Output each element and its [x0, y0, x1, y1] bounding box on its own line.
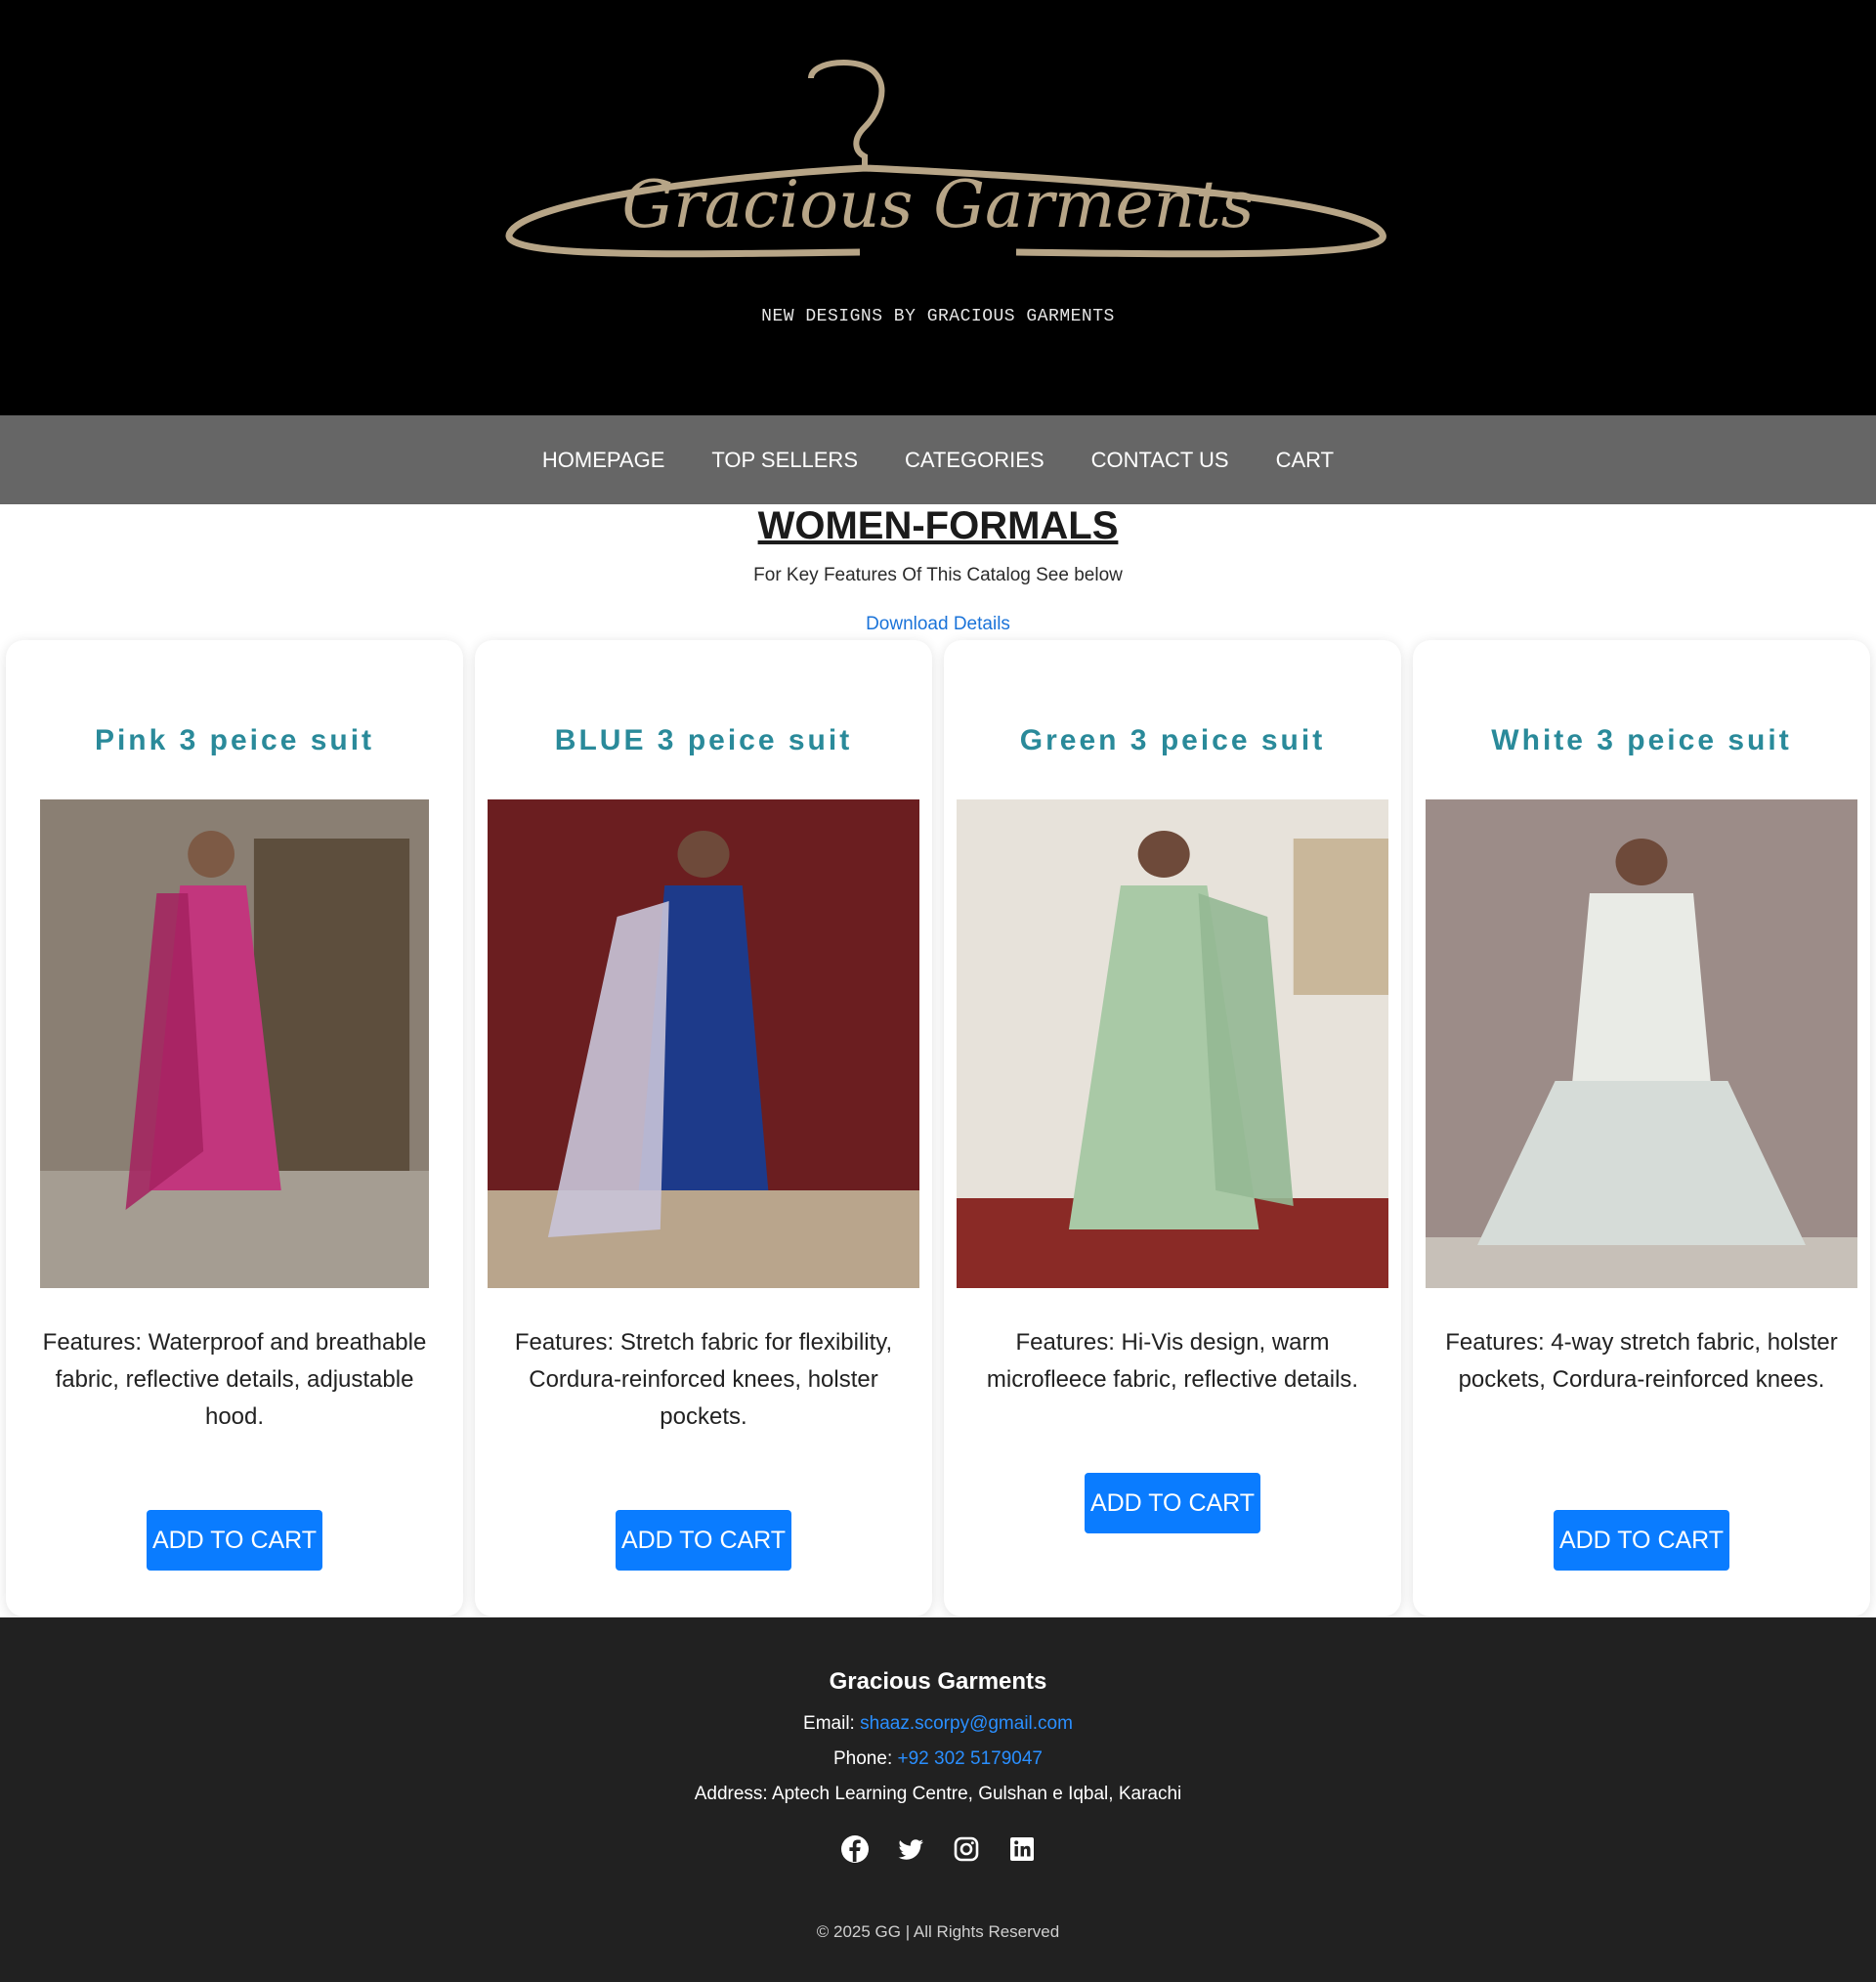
add-to-cart-button[interactable]: ADD TO CART [1554, 1510, 1729, 1571]
nav-contact-us[interactable]: CONTACT US [1091, 448, 1229, 473]
product-title: White 3 peice suit [1491, 724, 1792, 756]
copyright: © 2025 GG | All Rights Reserved [816, 1922, 1060, 1941]
product-features: Features: 4-way stretch fabric, holster … [1445, 1329, 1838, 1393]
product-image [1426, 799, 1857, 1288]
instagram-icon[interactable] [952, 1834, 981, 1864]
footer-phone-row: Phone: +92 302 5179047 [0, 1748, 1876, 1770]
footer-email-row: Email: shaaz.scorpy@gmail.com [0, 1713, 1876, 1735]
hanger-logo: Gracious Garments [505, 60, 1386, 258]
footer-brand: Gracious Garments [829, 1668, 1047, 1695]
nav-cart[interactable]: CART [1276, 448, 1335, 473]
email-link[interactable]: shaaz.scorpy@gmail.com [860, 1713, 1073, 1734]
catalog-subtitle: For Key Features Of This Catalog See bel… [753, 565, 1123, 585]
site-footer: Gracious Garments Email: shaaz.scorpy@gm… [0, 1617, 1876, 1982]
footer-address: Address: Aptech Learning Centre, Gulshan… [694, 1784, 1182, 1804]
product-card: BLUE 3 peice suit Features: Stretch fabr… [475, 640, 932, 1616]
phone-label: Phone: [833, 1748, 893, 1769]
product-card: Pink 3 peice suit Features: Waterproof a… [6, 640, 463, 1616]
product-title: BLUE 3 peice suit [554, 724, 853, 756]
product-image [488, 799, 919, 1288]
phone-link[interactable]: +92 302 5179047 [898, 1748, 1043, 1769]
twitter-icon[interactable] [896, 1834, 925, 1864]
email-label: Email: [803, 1713, 855, 1734]
svg-text:Gracious Garments: Gracious Garments [622, 167, 1255, 242]
nav-top-sellers[interactable]: TOP SELLERS [711, 448, 858, 473]
tagline: NEW DESIGNS BY GRACIOUS GARMENTS [761, 307, 1115, 326]
add-to-cart-button[interactable]: ADD TO CART [147, 1510, 322, 1571]
product-title: Pink 3 peice suit [94, 724, 375, 756]
product-title: Green 3 peice suit [1019, 724, 1326, 756]
download-details-link[interactable]: Download Details [866, 614, 1010, 634]
social-links [0, 1834, 1876, 1864]
hero-banner: Gracious Garments NEW DESIGNS BY GRACIOU… [0, 0, 1876, 415]
nav-categories[interactable]: CATEGORIES [905, 448, 1045, 473]
product-image [40, 799, 429, 1288]
product-card: White 3 peice suit Features: 4-way stret… [1413, 640, 1870, 1616]
product-features: Features: Stretch fabric for flexibility… [514, 1329, 893, 1430]
page-title: WOMEN-FORMALS [757, 504, 1119, 547]
product-features: Features: Waterproof and breathable fabr… [42, 1329, 427, 1430]
facebook-icon[interactable] [840, 1834, 870, 1864]
linkedin-icon[interactable] [1007, 1834, 1037, 1864]
product-image [957, 799, 1388, 1288]
main-nav: HOMEPAGE TOP SELLERS CATEGORIES CONTACT … [0, 415, 1876, 504]
product-card: Green 3 peice suit Features: Hi-Vis desi… [944, 640, 1401, 1616]
add-to-cart-button[interactable]: ADD TO CART [1085, 1473, 1260, 1533]
add-to-cart-button[interactable]: ADD TO CART [616, 1510, 791, 1571]
product-features: Features: Hi-Vis design, warm microfleec… [986, 1329, 1359, 1393]
nav-homepage[interactable]: HOMEPAGE [542, 448, 665, 473]
